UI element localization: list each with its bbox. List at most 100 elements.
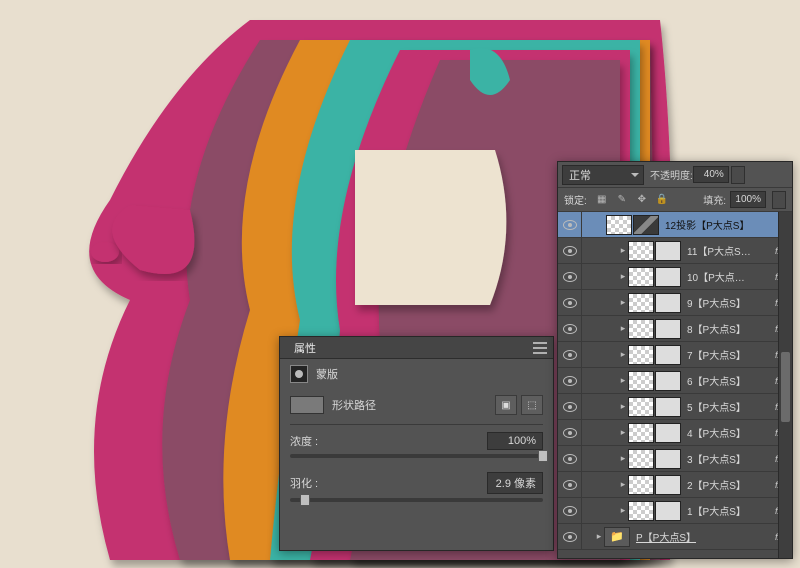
layer-name[interactable]: 7【P大点S】	[687, 347, 775, 362]
shape-path-label: 形状路径	[332, 397, 376, 413]
chevron-right-icon[interactable]: ▸	[594, 531, 604, 542]
fill-value[interactable]: 100%	[730, 191, 766, 208]
layers-scrollbar[interactable]	[778, 212, 792, 558]
layer-name[interactable]: 5【P大点S】	[687, 399, 775, 414]
layer-row[interactable]: ▸3【P大点S】fx▾	[558, 446, 792, 472]
density-slider[interactable]	[290, 454, 543, 458]
layer-row[interactable]: ▸6【P大点S】fx▾	[558, 368, 792, 394]
layer-thumbnail[interactable]	[628, 345, 654, 365]
chevron-right-icon[interactable]: ▸	[618, 453, 628, 464]
chevron-right-icon[interactable]: ▸	[618, 323, 628, 334]
lock-trans-icon[interactable]: ▦	[595, 193, 609, 207]
path-select-icon[interactable]: ⬚	[521, 395, 543, 415]
opacity-value[interactable]: 40%	[693, 166, 729, 183]
mask-thumbnail[interactable]	[655, 397, 681, 417]
chevron-right-icon[interactable]: ▸	[618, 427, 628, 438]
mask-thumbnail[interactable]	[655, 319, 681, 339]
layer-name[interactable]: 12投影【P大点S】	[665, 217, 792, 232]
density-value[interactable]: 100%	[487, 432, 543, 450]
group-folder-icon: 📁	[604, 527, 630, 547]
feather-value[interactable]: 2.9 像素	[487, 472, 543, 494]
layer-name[interactable]: 8【P大点S】	[687, 321, 775, 336]
mask-thumbnail[interactable]	[655, 449, 681, 469]
visibility-toggle[interactable]	[558, 394, 582, 419]
path-edit-icon[interactable]: ▣	[495, 395, 517, 415]
mask-thumbnail[interactable]	[655, 241, 681, 261]
mask-thumbnail[interactable]	[633, 215, 659, 235]
eye-icon	[563, 480, 577, 490]
layer-thumbnail[interactable]	[628, 423, 654, 443]
layer-name[interactable]: 3【P大点S】	[687, 451, 775, 466]
scrollbar-thumb[interactable]	[781, 352, 790, 422]
lock-position-icon[interactable]: ✥	[635, 193, 649, 207]
layer-thumbnail[interactable]	[628, 501, 654, 521]
visibility-toggle[interactable]	[558, 342, 582, 367]
mask-thumbnail[interactable]	[655, 267, 681, 287]
chevron-right-icon[interactable]: ▸	[618, 349, 628, 360]
layer-row[interactable]: ▸4【P大点S】fx▾	[558, 420, 792, 446]
layer-thumbnail[interactable]	[628, 449, 654, 469]
group-name[interactable]: P【P大点S】	[636, 529, 775, 544]
layer-row[interactable]: ▸1【P大点S】fx▾	[558, 498, 792, 524]
layer-thumbnail[interactable]	[628, 319, 654, 339]
chevron-right-icon[interactable]: ▸	[618, 245, 628, 256]
feather-slider[interactable]	[290, 498, 543, 502]
visibility-toggle[interactable]	[558, 238, 582, 263]
blend-mode-select[interactable]: 正常	[562, 165, 644, 185]
mask-thumbnail[interactable]	[655, 423, 681, 443]
eye-icon	[563, 246, 577, 256]
layer-name[interactable]: 10【P大点…	[687, 269, 775, 284]
lock-all-icon[interactable]: 🔒	[655, 193, 669, 207]
visibility-toggle[interactable]	[558, 446, 582, 471]
mask-thumbnail[interactable]	[655, 371, 681, 391]
layer-thumbnail[interactable]	[606, 215, 632, 235]
opacity-dropdown-icon[interactable]	[731, 166, 745, 184]
visibility-toggle[interactable]	[558, 472, 582, 497]
visibility-toggle[interactable]	[558, 368, 582, 393]
layer-row[interactable]: ▸7【P大点S】fx▾	[558, 342, 792, 368]
chevron-right-icon[interactable]: ▸	[618, 479, 628, 490]
layer-thumbnail[interactable]	[628, 267, 654, 287]
mask-thumbnail[interactable]	[655, 475, 681, 495]
layer-row[interactable]: ▸9【P大点S】fx▾	[558, 290, 792, 316]
layer-name[interactable]: 4【P大点S】	[687, 425, 775, 440]
chevron-right-icon[interactable]: ▸	[618, 271, 628, 282]
layer-name[interactable]: 11【P大点S…	[687, 243, 775, 258]
visibility-toggle[interactable]	[558, 212, 582, 237]
layer-thumbnail[interactable]	[628, 475, 654, 495]
visibility-toggle[interactable]	[558, 316, 582, 341]
chevron-right-icon[interactable]: ▸	[618, 401, 628, 412]
mask-thumbnail[interactable]	[655, 501, 681, 521]
mask-thumbnail[interactable]	[655, 293, 681, 313]
layer-name[interactable]: 2【P大点S】	[687, 477, 775, 492]
properties-tab[interactable]: 属性	[286, 337, 324, 359]
visibility-toggle[interactable]	[558, 290, 582, 315]
layer-thumbnail[interactable]	[628, 293, 654, 313]
layer-row[interactable]: ▸2【P大点S】fx▾	[558, 472, 792, 498]
chevron-right-icon[interactable]: ▸	[618, 297, 628, 308]
layer-name[interactable]: 9【P大点S】	[687, 295, 775, 310]
layer-row[interactable]: ▸5【P大点S】fx▾	[558, 394, 792, 420]
layer-row[interactable]: ▸11【P大点S…fx▾	[558, 238, 792, 264]
fill-dropdown-icon[interactable]	[772, 191, 786, 209]
layer-row[interactable]: ▸8【P大点S】fx▾	[558, 316, 792, 342]
group-row[interactable]: ▸ 📁 P【P大点S】 fx ▾	[558, 524, 792, 550]
visibility-toggle[interactable]	[558, 420, 582, 445]
layer-thumbnail[interactable]	[628, 371, 654, 391]
visibility-toggle[interactable]	[558, 264, 582, 289]
layer-thumbnail[interactable]	[628, 397, 654, 417]
visibility-toggle[interactable]	[558, 524, 582, 549]
blend-mode-value: 正常	[569, 167, 591, 183]
visibility-toggle[interactable]	[558, 498, 582, 523]
lock-pixels-icon[interactable]: ✎	[615, 193, 629, 207]
layer-thumbnail[interactable]	[628, 241, 654, 261]
layer-row[interactable]: ▸10【P大点…fx▾	[558, 264, 792, 290]
shape-path-swatch[interactable]	[290, 396, 324, 414]
layer-row[interactable]: 12投影【P大点S】	[558, 212, 792, 238]
panel-menu-icon[interactable]	[533, 342, 547, 354]
layer-name[interactable]: 1【P大点S】	[687, 503, 775, 518]
chevron-right-icon[interactable]: ▸	[618, 505, 628, 516]
layer-name[interactable]: 6【P大点S】	[687, 373, 775, 388]
mask-thumbnail[interactable]	[655, 345, 681, 365]
chevron-right-icon[interactable]: ▸	[618, 375, 628, 386]
